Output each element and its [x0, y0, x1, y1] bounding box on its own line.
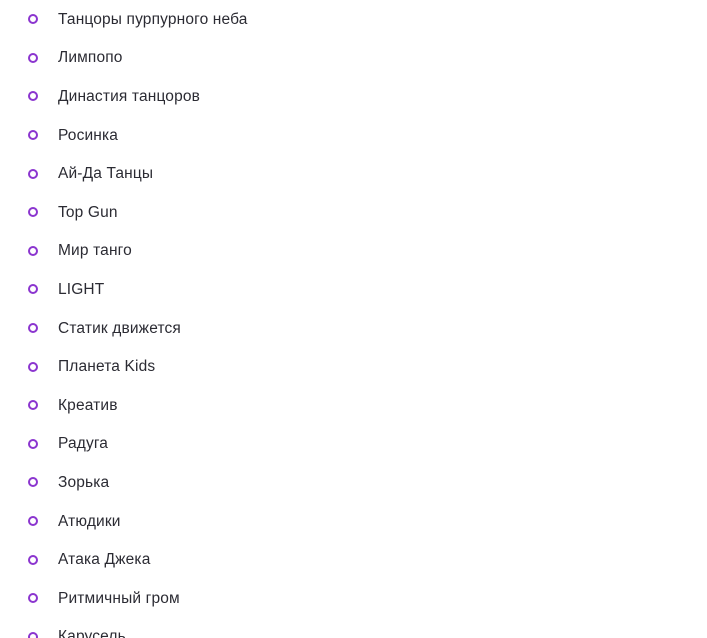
circle-outline-icon: [28, 91, 38, 102]
circle-outline-icon: [28, 400, 38, 411]
list-item-label: Династия танцоров: [58, 87, 200, 105]
list-item[interactable]: Атюдики: [0, 502, 707, 541]
list-item[interactable]: Статик движется: [0, 309, 707, 348]
list-item-label: Ритмичный гром: [58, 589, 180, 607]
list-item[interactable]: Росинка: [0, 116, 707, 155]
circle-outline-icon: [28, 245, 38, 256]
list-item[interactable]: Зорька: [0, 463, 707, 502]
list-item[interactable]: Креатив: [0, 386, 707, 425]
list-item[interactable]: Атака Джека: [0, 540, 707, 579]
list-item-label: Атюдики: [58, 512, 121, 530]
list-item[interactable]: Лимпопо: [0, 39, 707, 78]
list-item-label: Ай-Да Танцы: [58, 165, 154, 183]
list-item-label: Лимпопо: [58, 49, 123, 67]
list-item-label: Радуга: [58, 435, 109, 453]
list-item[interactable]: Мир танго: [0, 232, 707, 271]
list-item[interactable]: Ай-Да Танцы: [0, 154, 707, 193]
list-item[interactable]: Радуга: [0, 425, 707, 464]
circle-outline-icon: [28, 207, 38, 218]
studio-name-list: Танцоры пурпурного неба Лимпопо Династия т…: [0, 0, 707, 638]
list-item-label: Танцоры пурпурного неба: [58, 10, 248, 28]
list-item-label: Атака Джека: [58, 551, 151, 569]
list-item-label: LIGHT: [58, 280, 105, 298]
circle-outline-icon: [28, 516, 38, 527]
list-item[interactable]: Карусель: [0, 618, 707, 638]
list-item[interactable]: Планета Kids: [0, 347, 707, 386]
circle-outline-icon: [28, 323, 38, 334]
circle-outline-icon: [28, 593, 38, 604]
circle-outline-icon: [28, 130, 38, 141]
circle-outline-icon: [28, 52, 38, 63]
list-item-label: Зорька: [58, 473, 110, 491]
list-item[interactable]: Танцоры пурпурного неба: [0, 0, 707, 39]
list-item[interactable]: Династия танцоров: [0, 77, 707, 116]
list-item-label: Креатив: [58, 396, 118, 414]
circle-outline-icon: [28, 554, 38, 565]
circle-outline-icon: [28, 631, 38, 638]
list-item-label: Top Gun: [58, 203, 118, 221]
list-item[interactable]: LIGHT: [0, 270, 707, 309]
circle-outline-icon: [28, 477, 38, 488]
list-item-label: Карусель: [58, 628, 126, 638]
circle-outline-icon: [28, 14, 38, 25]
list-item-label: Мир танго: [58, 242, 132, 260]
circle-outline-icon: [28, 438, 38, 449]
circle-outline-icon: [28, 284, 38, 295]
list-item-label: Планета Kids: [58, 358, 156, 376]
list-item[interactable]: Top Gun: [0, 193, 707, 232]
circle-outline-icon: [28, 168, 38, 179]
list-item[interactable]: Ритмичный гром: [0, 579, 707, 618]
list-item-label: Росинка: [58, 126, 119, 144]
document-body: Танцоры пурпурного неба Лимпопо Династия т…: [0, 0, 707, 638]
circle-outline-icon: [28, 361, 38, 372]
list-item-label: Статик движется: [58, 319, 181, 337]
